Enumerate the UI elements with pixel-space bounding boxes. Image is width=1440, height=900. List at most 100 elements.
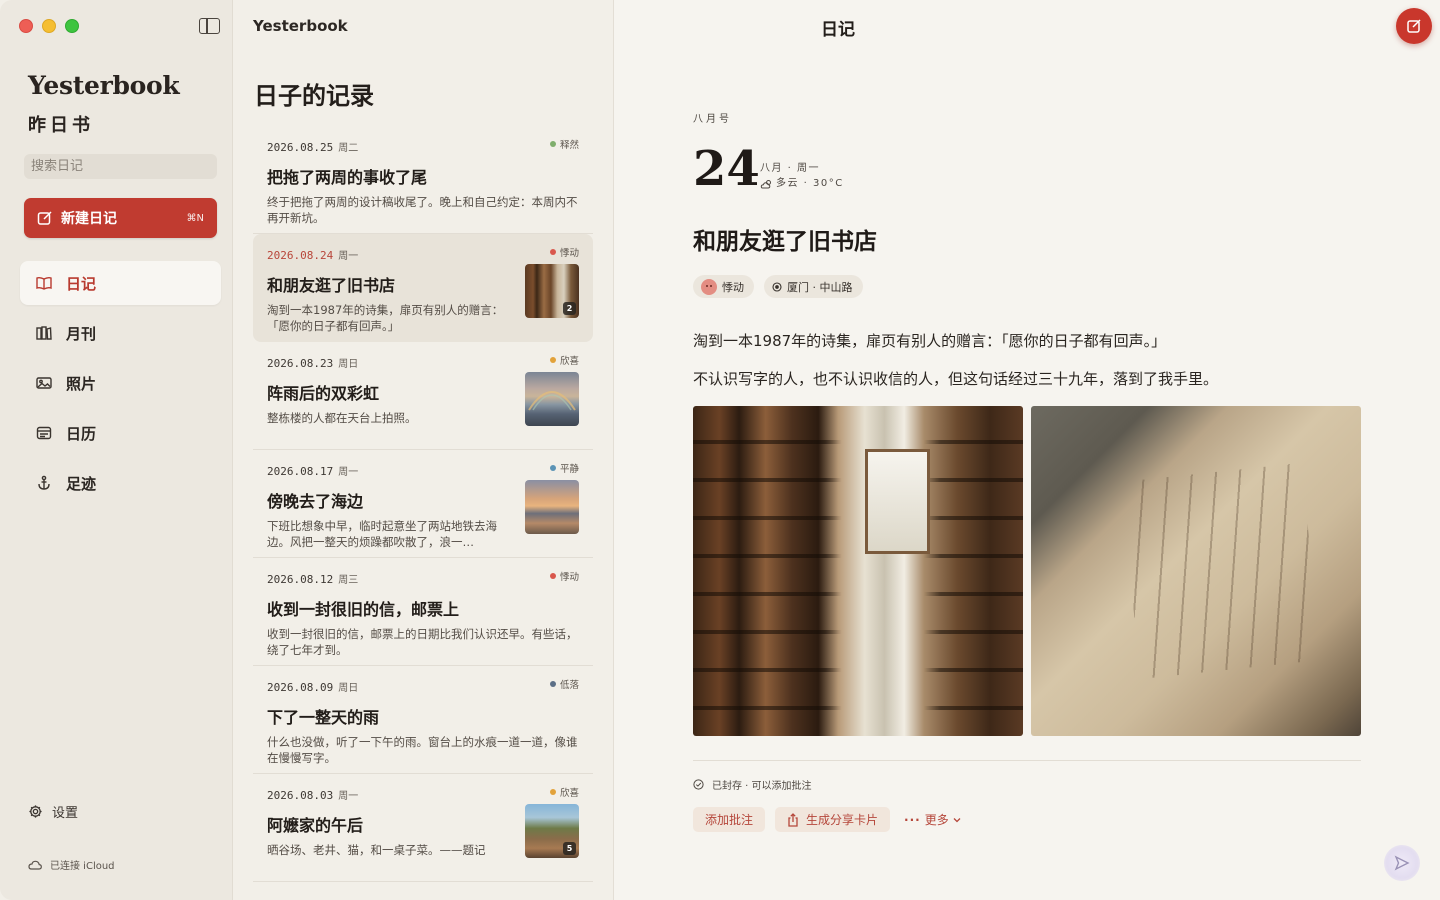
add-annotation-button[interactable]: 添加批注 bbox=[693, 807, 766, 832]
sidebar-item-calendar[interactable]: 日历 bbox=[20, 411, 221, 455]
sidebar-item-footprints[interactable]: 足迹 bbox=[20, 461, 221, 505]
ellipsis-icon: ··· bbox=[904, 812, 921, 827]
compose-button[interactable] bbox=[1396, 8, 1432, 44]
gear-icon bbox=[29, 805, 42, 818]
minimize-window-button[interactable] bbox=[42, 19, 56, 33]
location-tag[interactable]: 厦门 · 中山路 bbox=[764, 275, 863, 298]
mood-badge: 低落 bbox=[549, 677, 579, 691]
icloud-status-label: 已连接 iCloud bbox=[50, 861, 115, 872]
anchor-icon bbox=[36, 475, 52, 491]
search-input[interactable]: 搜索日记 bbox=[24, 154, 217, 179]
mood-face-icon bbox=[701, 278, 717, 295]
month-issue-label: 八月号 bbox=[693, 114, 732, 125]
sidebar-item-label: 足迹 bbox=[66, 474, 97, 493]
mood-dot bbox=[549, 681, 556, 687]
mood-label: 悸动 bbox=[559, 248, 579, 259]
entry-date: 2026.08.23 bbox=[267, 357, 334, 370]
photo-icon bbox=[36, 375, 52, 391]
new-entry-button[interactable]: 新建日记 ⌘N bbox=[24, 198, 217, 238]
entry-weekday: 周一 bbox=[338, 467, 359, 478]
entry-weekday: 周三 bbox=[338, 575, 359, 586]
entry-excerpt: 晒谷场、老井、猫，和一桌子菜。——题记 bbox=[267, 843, 486, 857]
mood-badge: 释然 bbox=[549, 137, 579, 151]
entry-excerpt: 什么也没做，听了一下午的雨。窗台上的水痕一道一道，像谁在慢慢写字。 bbox=[267, 735, 578, 765]
location-tag-label: 厦门 · 中山路 bbox=[787, 280, 853, 294]
mood-tag[interactable]: 悸动 bbox=[693, 275, 754, 298]
entry-weekday: 周一 bbox=[338, 791, 359, 802]
mood-dot bbox=[549, 465, 556, 471]
list-heading: 日子的记录 bbox=[254, 81, 374, 110]
entry-title: 下了一整天的雨 bbox=[267, 708, 380, 727]
mood-label: 欣喜 bbox=[559, 356, 579, 367]
mood-badge: 欣喜 bbox=[549, 785, 579, 799]
sidebar-item-photos[interactable]: 照片 bbox=[20, 361, 221, 405]
mood-badge: 悸动 bbox=[549, 245, 579, 259]
entry-detail-title: 和朋友逛了旧书店 bbox=[693, 228, 877, 255]
more-label: 更多 bbox=[924, 813, 949, 827]
close-window-button[interactable] bbox=[19, 19, 33, 33]
icloud-status: 已连接 iCloud bbox=[28, 857, 115, 872]
settings-button[interactable]: 设置 bbox=[28, 802, 78, 821]
more-menu-button[interactable]: ··· 更多 bbox=[904, 811, 961, 828]
location-pin-icon bbox=[772, 281, 782, 292]
sidebar-item-diary[interactable]: 日记 bbox=[20, 261, 221, 305]
entry-title: 收到一封很旧的信，邮票上 bbox=[267, 600, 460, 619]
add-annotation-label: 添加批注 bbox=[705, 813, 754, 827]
share-card-button[interactable]: 生成分享卡片 bbox=[775, 807, 891, 832]
photo-count-badge: 2 bbox=[563, 302, 576, 315]
list-item[interactable]: 2026.08.23 周日 欣喜 阵雨后的双彩虹 整栋楼的人都在天台上拍照。 bbox=[253, 342, 593, 450]
sealed-status: 已封存 · 可以添加批注 bbox=[693, 777, 812, 792]
entry-title: 阿嬷家的午后 bbox=[267, 816, 364, 835]
entry-tags: 悸动 厦门 · 中山路 bbox=[693, 275, 863, 298]
list-item[interactable]: 2026.08.09 周日 低落 下了一整天的雨 什么也没做，听了一下午的雨。窗台… bbox=[253, 666, 593, 774]
entry-thumbnail bbox=[525, 372, 579, 426]
sidebar-item-monthly[interactable]: 月刊 bbox=[20, 311, 221, 355]
entry-list-column: Yesterbook 日子的记录 2026.08.25 周二 释然 把拖了两周的事… bbox=[233, 0, 614, 900]
sidebar-nav: 日记 月刊 照片 日历 足迹 bbox=[20, 261, 221, 511]
entry-detail: 日记 八月号 24 八月 · 周一 多云 · 30°C 和朋友逛了旧书店 悸动 … bbox=[614, 0, 1440, 900]
mood-label: 欣喜 bbox=[559, 788, 579, 799]
check-circle-icon bbox=[693, 779, 704, 790]
entry-thumbnail bbox=[525, 480, 579, 534]
list-item[interactable]: 2026.08.17 周一 平静 傍晚去了海边 下班比想象中早，临时起意坐了两站地… bbox=[253, 450, 593, 558]
day-number: 24 bbox=[693, 141, 760, 197]
month-weekday: 八月 · 周一 bbox=[760, 163, 821, 174]
list-item[interactable]: 2026.08.03 周一 欣喜 阿嬷家的午后 晒谷场、老井、猫，和一桌子菜。——… bbox=[253, 774, 593, 882]
sidebar-item-label: 日记 bbox=[66, 274, 97, 293]
zoom-window-button[interactable] bbox=[65, 19, 79, 33]
send-button[interactable] bbox=[1384, 845, 1420, 881]
calendar-icon bbox=[36, 425, 52, 441]
mood-label: 低落 bbox=[559, 680, 579, 691]
sidebar-toggle-icon[interactable] bbox=[199, 18, 220, 34]
list-window-title: Yesterbook bbox=[253, 17, 348, 35]
compose-icon bbox=[1407, 19, 1421, 33]
entry-body: 淘到一本1987年的诗集，扉页有别人的赠言：「愿你的日子都有回声。」 不认识写字… bbox=[693, 322, 1373, 398]
mood-dot bbox=[549, 789, 556, 795]
sealed-status-label: 已封存 · 可以添加批注 bbox=[712, 781, 812, 792]
weather: 多云 · 30°C bbox=[760, 176, 844, 191]
entry-paragraph: 淘到一本1987年的诗集，扉页有别人的赠言：「愿你的日子都有回声。」 bbox=[693, 332, 1167, 350]
bookstore-photo[interactable] bbox=[693, 406, 1023, 736]
mood-badge: 悸动 bbox=[549, 569, 579, 583]
entry-excerpt: 终于把拖了两周的设计稿收尾了。晚上和自己约定：本周内不再开新坑。 bbox=[267, 195, 578, 225]
sidebar-item-label: 月刊 bbox=[66, 324, 97, 343]
mood-dot bbox=[549, 357, 556, 363]
entry-date: 2026.08.12 bbox=[267, 573, 334, 586]
list-item[interactable]: 2026.08.12 周三 悸动 收到一封很旧的信，邮票上 收到一封很旧的信，邮票… bbox=[253, 558, 593, 666]
entry-title: 把拖了两周的事收了尾 bbox=[267, 168, 428, 187]
cloud-icon bbox=[28, 860, 42, 870]
list-item[interactable]: 2026.08.25 周二 释然 把拖了两周的事收了尾 终于把拖了两周的设计稿收尾… bbox=[253, 126, 593, 234]
share-card-label: 生成分享卡片 bbox=[806, 813, 879, 827]
entry-date: 2026.08.24 bbox=[267, 249, 334, 262]
entry-excerpt: 淘到一本1987年的诗集，扉页有别人的赠言：「愿你的日子都有回声。」 bbox=[267, 303, 504, 333]
entry-weekday: 周日 bbox=[338, 683, 359, 694]
list-item-selected[interactable]: 2026.08.24 周一 悸动 和朋友逛了旧书店 淘到一本1987年的诗集，扉页… bbox=[253, 234, 593, 342]
old-book-photo[interactable] bbox=[1031, 406, 1361, 736]
entry-paragraph: 不认识写字的人，也不认识收信的人，但这句话经过三十九年，落到了我手里。 bbox=[693, 370, 1219, 388]
entry-date: 2026.08.03 bbox=[267, 789, 334, 802]
new-entry-label: 新建日记 bbox=[61, 211, 117, 227]
day-meta: 八月 · 周一 多云 · 30°C bbox=[760, 161, 844, 191]
entry-list: 2026.08.25 周二 释然 把拖了两周的事收了尾 终于把拖了两周的设计稿收尾… bbox=[253, 126, 593, 882]
entry-weekday: 周一 bbox=[338, 251, 359, 262]
mood-badge: 平静 bbox=[549, 461, 579, 475]
